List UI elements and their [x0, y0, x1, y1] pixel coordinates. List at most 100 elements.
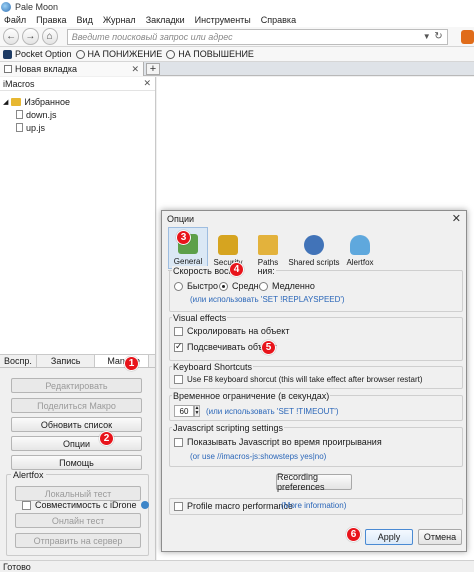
- tree-file-down[interactable]: down.js: [0, 108, 155, 121]
- address-bar[interactable]: Введите поисковый запрос или адрес ▼ ↻: [66, 28, 448, 45]
- tab-record[interactable]: Запись: [37, 355, 96, 367]
- collapse-arrow-icon[interactable]: ◢: [3, 98, 8, 106]
- tab-security[interactable]: Security: [208, 227, 248, 269]
- f8-shortcut-row[interactable]: Use F8 keyboard shorcut (this will take …: [174, 375, 423, 384]
- show-js-row[interactable]: Показывать Javascript во время проигрыва…: [174, 437, 382, 447]
- speed-fast-radio[interactable]: [174, 281, 183, 291]
- scroll-to-object-row[interactable]: Скролировать на объект: [174, 326, 289, 336]
- cancel-button[interactable]: Отмена: [418, 529, 462, 545]
- refresh-list-button[interactable]: Обновить список: [11, 417, 142, 432]
- menu-edit[interactable]: Правка: [36, 15, 66, 25]
- menu-history[interactable]: Журнал: [103, 15, 136, 25]
- apply-button[interactable]: Apply: [365, 529, 413, 545]
- title-bar: Pale Moon: [0, 0, 474, 13]
- lock-icon: [218, 235, 238, 255]
- js-hint: (or use //imacros-js:showsteps yes|no): [190, 452, 327, 461]
- bookmark-up[interactable]: НА ПОВЫШЕНИЕ: [166, 49, 254, 59]
- profile-row[interactable]: Profile macro performance: [174, 501, 293, 511]
- file-label: down.js: [26, 109, 57, 120]
- tree-file-up[interactable]: up.js: [0, 121, 155, 134]
- tab-new-tab[interactable]: Новая вкладка ✕: [0, 62, 144, 76]
- extension-icon[interactable]: [460, 29, 474, 44]
- speed-medium-option[interactable]: Средне: [219, 281, 264, 291]
- window-title: Pale Moon: [15, 1, 59, 12]
- page-icon: [4, 65, 12, 73]
- highlight-object-checkbox[interactable]: [174, 341, 183, 352]
- chevron-down-icon[interactable]: ▼: [423, 32, 431, 41]
- step-marker-5: 5: [261, 340, 276, 355]
- online-test-button[interactable]: Онлайн тест: [15, 513, 141, 528]
- checkbox-label: Показывать Javascript во время проигрыва…: [187, 437, 382, 447]
- users-icon: [304, 235, 324, 255]
- close-icon[interactable]: ✕: [131, 64, 139, 75]
- speed-fast-option[interactable]: Быстро: [174, 281, 218, 291]
- menu-file[interactable]: Файл: [4, 15, 26, 25]
- close-icon[interactable]: ✕: [452, 212, 461, 225]
- tab-play[interactable]: Воспр.: [0, 355, 37, 367]
- more-info-link[interactable]: (More information): [281, 501, 346, 510]
- tab-alertfox[interactable]: Alertfox: [340, 227, 380, 269]
- bookmarks-bar: Pocket Option НА ПОНИЖЕНИЕ НА ПОВЫШЕНИЕ: [0, 47, 474, 62]
- file-icon: [16, 110, 23, 119]
- idrone-compat-label: Совместимость с iDrone: [35, 500, 137, 510]
- spinner-arrows-icon[interactable]: ▲ ▼: [194, 405, 200, 417]
- tab-paths[interactable]: Paths: [248, 227, 288, 269]
- keyboard-shortcuts-label: Keyboard Shortcuts: [172, 362, 254, 372]
- scroll-to-object-checkbox[interactable]: [174, 326, 183, 336]
- checkbox-label: Profile macro performance: [187, 501, 294, 511]
- new-tab-button[interactable]: +: [146, 63, 160, 75]
- back-button[interactable]: ←: [3, 28, 20, 45]
- menu-tools[interactable]: Инструменты: [195, 15, 251, 25]
- step-marker-1: 1: [124, 356, 139, 371]
- js-settings-label: Javascript scripting settings: [172, 423, 285, 433]
- navigation-bar: ← → ⌂ Введите поисковый запрос или адрес…: [0, 27, 474, 47]
- globe-icon: [75, 49, 85, 59]
- idrone-compat-checkbox[interactable]: [22, 500, 31, 510]
- status-bar: Готово: [0, 560, 474, 572]
- bookmark-label: Pocket Option: [15, 49, 72, 59]
- recording-preferences-button[interactable]: Recording preferences: [276, 472, 352, 492]
- speed-slow-option[interactable]: Медленно: [259, 281, 315, 291]
- menu-help[interactable]: Справка: [261, 15, 296, 25]
- f8-shortcut-checkbox[interactable]: [174, 375, 183, 384]
- tab-shared-scripts[interactable]: Shared scripts: [288, 227, 340, 269]
- share-macro-button[interactable]: Поделиться Макро: [11, 398, 142, 413]
- close-icon[interactable]: ✕: [143, 78, 151, 89]
- timeout-label: Временное ограничение (в секундах): [172, 391, 331, 401]
- timeout-input[interactable]: 60: [174, 405, 194, 417]
- speed-medium-radio[interactable]: [219, 281, 228, 291]
- tab-manage[interactable]: Manage: [95, 355, 149, 367]
- bookmark-down[interactable]: НА ПОНИЖЕНИЕ: [75, 49, 162, 59]
- edit-button[interactable]: Редактировать: [11, 378, 142, 393]
- checkbox-label: Скролировать на объект: [187, 326, 290, 336]
- timeout-hint: (или использовать 'SET !TIMEOUT'): [206, 406, 339, 416]
- tab-label: Воспр.: [4, 356, 32, 366]
- show-js-checkbox[interactable]: [174, 437, 183, 447]
- menu-bookmarks[interactable]: Закладки: [146, 15, 185, 25]
- macro-tree: ◢ Избранное down.js up.js: [0, 91, 155, 134]
- options-toolbar: General Security Paths Shared scripts Al…: [168, 227, 380, 269]
- step-marker-2: 2: [99, 431, 114, 446]
- forward-button[interactable]: →: [22, 28, 39, 45]
- local-test-button[interactable]: Локальный тест: [15, 486, 141, 501]
- menu-view[interactable]: Вид: [77, 15, 93, 25]
- address-placeholder: Введите поисковый запрос или адрес: [71, 31, 233, 42]
- send-to-server-button[interactable]: Отправить на сервер: [15, 533, 141, 548]
- help-icon[interactable]: [140, 501, 149, 509]
- timeout-row: 60 ▲ ▼ (или использовать 'SET !TIMEOUT'): [174, 405, 339, 417]
- visual-effects-label: Visual effects: [172, 313, 228, 323]
- bookmark-pocket-option[interactable]: Pocket Option: [3, 49, 72, 59]
- js-settings-group: [169, 427, 463, 467]
- status-text: Готово: [3, 561, 31, 572]
- reload-icon[interactable]: ↻: [434, 31, 442, 42]
- home-button[interactable]: ⌂: [41, 28, 58, 45]
- help-button[interactable]: Помощь: [11, 455, 142, 470]
- cloud-icon: [350, 235, 370, 255]
- tree-folder-favorites[interactable]: ◢ Избранное: [0, 95, 155, 108]
- bookmark-label: НА ПОВЫШЕНИЕ: [178, 49, 254, 59]
- menu-bar: Файл Правка Вид Журнал Закладки Инструме…: [0, 13, 474, 27]
- options-button[interactable]: Опции: [11, 436, 142, 451]
- dialog-title: Опции: [167, 214, 195, 224]
- profile-checkbox[interactable]: [174, 501, 183, 511]
- speed-slow-radio[interactable]: [259, 281, 268, 291]
